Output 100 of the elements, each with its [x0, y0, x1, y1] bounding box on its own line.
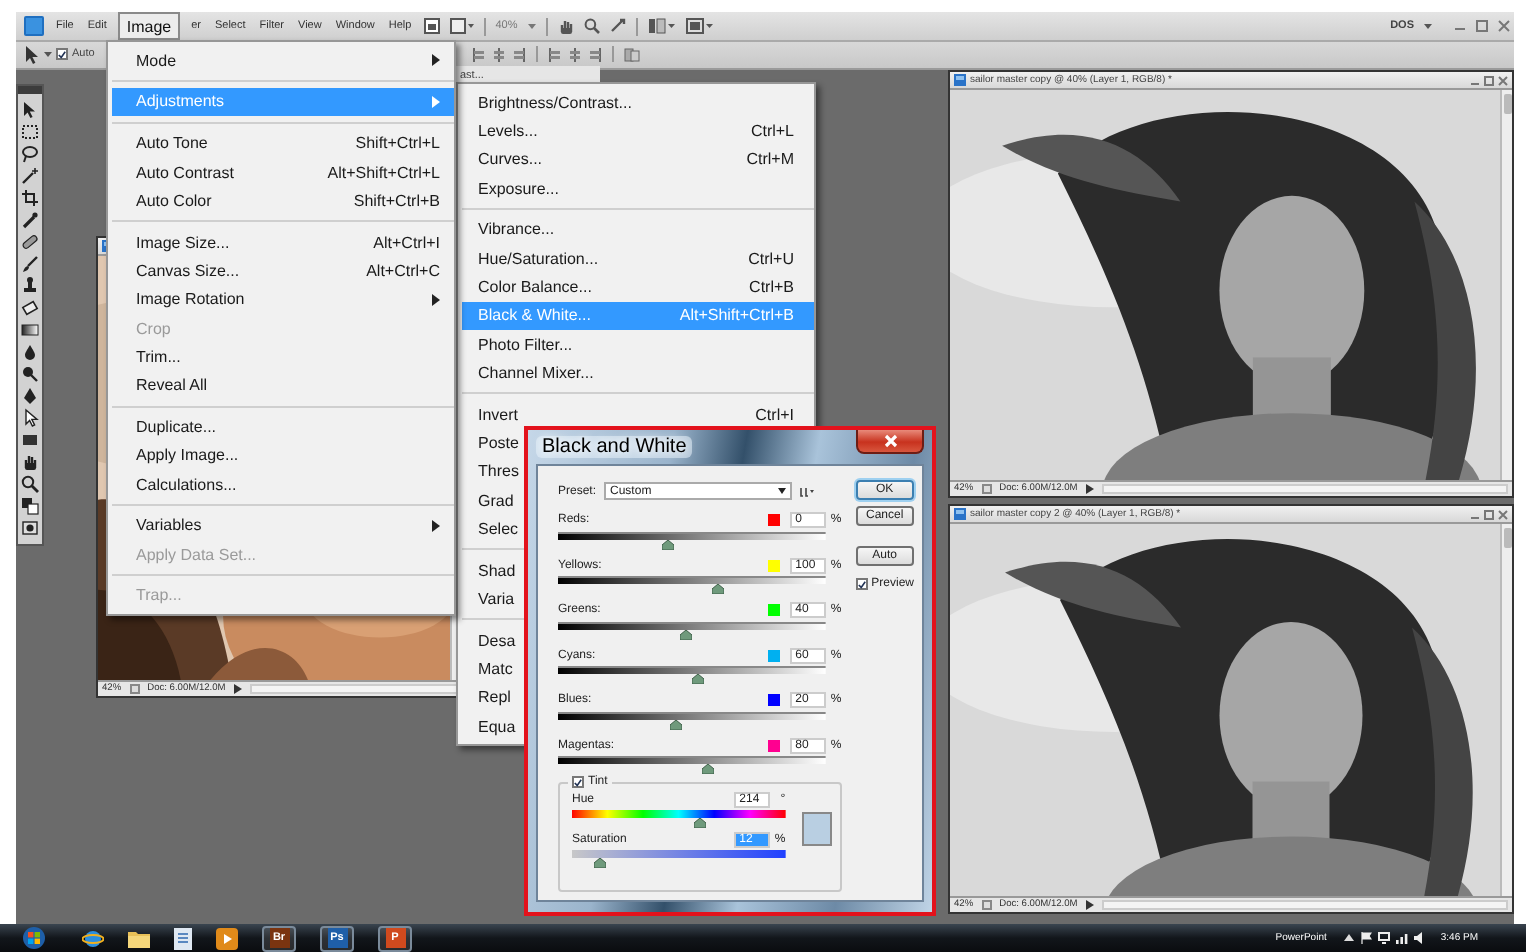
menu-item[interactable]: Channel Mixer... [462, 358, 814, 387]
submenu-arrow-icon [432, 54, 440, 67]
menu-item[interactable]: Canvas Size... Alt+Ctrl+C [112, 256, 454, 286]
slider-thumb[interactable] [593, 858, 606, 868]
close-icon[interactable] [1498, 75, 1508, 85]
auto-align-icon[interactable] [624, 47, 640, 61]
slider-thumb[interactable] [669, 719, 682, 730]
menu-item[interactable]: Variables [112, 511, 454, 540]
picture-frame-icon[interactable] [423, 18, 440, 34]
checkbox[interactable] [56, 48, 68, 60]
monitor-icon[interactable] [1378, 932, 1391, 944]
zoom-icon[interactable] [583, 18, 600, 34]
pen-icon[interactable] [20, 386, 40, 406]
menu-item[interactable]: Brightness/Contrast... [462, 88, 814, 117]
align-icon[interactable] [548, 47, 562, 61]
menu-item[interactable]: Image Size... Alt+Ctrl+I [112, 227, 454, 257]
status-icon[interactable] [981, 484, 992, 494]
menu-item[interactable]: Auto Color Shift+Ctrl+B [112, 186, 454, 215]
start-orb-icon[interactable] [22, 926, 46, 950]
submenu-arrow-icon [432, 293, 440, 306]
color-swatches-icon[interactable] [20, 496, 40, 516]
menu-item[interactable]: Trim... [112, 342, 454, 371]
wand-icon[interactable] [20, 166, 40, 186]
crop-icon[interactable] [20, 188, 40, 208]
menu-item[interactable]: Image Rotation [112, 285, 454, 314]
rectangle-icon[interactable] [20, 430, 40, 450]
eyedropper-icon[interactable] [20, 210, 40, 230]
menu-item[interactable]: Vibrance... [462, 215, 814, 244]
align-icon[interactable] [512, 47, 526, 61]
bandage-icon[interactable] [20, 232, 40, 252]
menu-item[interactable]: Invert Ctrl+I [462, 399, 814, 429]
cursor-arrow-icon[interactable] [24, 45, 40, 63]
close-icon[interactable] [1498, 509, 1508, 519]
menu-item[interactable]: Levels... Ctrl+L [462, 116, 814, 146]
status-icon[interactable] [129, 684, 140, 694]
slider-thumb[interactable] [701, 764, 714, 775]
folder-icon[interactable] [128, 928, 150, 948]
drop-icon[interactable] [20, 342, 40, 362]
scroll-thumb-icon[interactable] [1503, 528, 1511, 548]
status-icon[interactable] [981, 900, 992, 910]
rotate-icon[interactable] [609, 18, 626, 34]
screen-mode-icon[interactable] [449, 18, 474, 34]
align-icon[interactable] [492, 47, 506, 61]
menu-item[interactable]: Hue/Saturation... Ctrl+U [462, 243, 814, 273]
play-arrow-icon[interactable] [1085, 484, 1094, 494]
menu-item[interactable]: Calculations... [112, 469, 454, 499]
speaker-icon[interactable] [1414, 932, 1427, 944]
menu-item[interactable]: Curves... Ctrl+M [462, 145, 814, 174]
maximize-icon[interactable] [1484, 75, 1494, 85]
stamp-icon[interactable] [20, 276, 40, 296]
slider-thumb[interactable] [680, 629, 693, 640]
align-icon[interactable] [568, 47, 582, 61]
align-icon[interactable] [588, 47, 602, 61]
slider-thumb[interactable] [693, 818, 706, 828]
menu-item[interactable]: Apply Image... [112, 441, 454, 470]
maximize-icon[interactable] [1476, 20, 1488, 32]
menu-item[interactable]: Color Balance... Ctrl+B [462, 272, 814, 302]
caret-icon[interactable] [1344, 934, 1355, 942]
document-icon[interactable] [174, 927, 192, 949]
menu-item[interactable]: Exposure... [462, 173, 814, 203]
slider-thumb[interactable] [712, 584, 725, 595]
maximize-icon[interactable] [1484, 509, 1494, 519]
menu-item[interactable]: Duplicate... [112, 412, 454, 442]
scroll-thumb-icon[interactable] [1503, 94, 1511, 114]
preset-menu-icon[interactable] [800, 485, 815, 497]
flag-icon[interactable] [1360, 932, 1373, 944]
network-icon[interactable] [1396, 932, 1409, 944]
submenu-arrow-icon [432, 519, 440, 532]
slider-thumb[interactable] [691, 674, 703, 685]
menu-item[interactable]: Auto Contrast Alt+Shift+Ctrl+L [112, 157, 454, 187]
zoom-icon[interactable] [20, 474, 40, 494]
globe-icon[interactable] [82, 927, 104, 949]
menu-item[interactable]: Reveal All [112, 370, 454, 400]
gradient-icon[interactable] [20, 320, 40, 340]
screen-layout-icon[interactable] [685, 18, 714, 34]
close-icon[interactable] [1498, 20, 1510, 32]
checkbox[interactable] [572, 776, 584, 788]
slider-thumb[interactable] [661, 539, 674, 550]
menu-title[interactable]: Image [118, 12, 180, 40]
cursor-arrow-icon[interactable] [20, 100, 40, 120]
eraser-icon[interactable] [20, 298, 40, 318]
checkbox[interactable] [855, 578, 868, 590]
arrange-icon[interactable] [647, 18, 676, 34]
close-button[interactable] [856, 430, 924, 454]
hand-icon[interactable] [20, 452, 40, 472]
menu-item[interactable]: Mode [112, 46, 454, 75]
hand-icon[interactable] [557, 18, 574, 34]
mask-icon[interactable] [20, 518, 40, 538]
menu-item[interactable]: Auto Tone Shift+Ctrl+L [112, 129, 454, 158]
play-arrow-icon[interactable] [233, 684, 242, 694]
dashed-rectangle-icon[interactable] [20, 122, 40, 142]
play-icon[interactable] [216, 927, 238, 949]
play-arrow-icon[interactable] [1085, 900, 1094, 910]
align-icon[interactable] [472, 47, 486, 61]
cursor-arrow-icon[interactable] [20, 408, 40, 428]
submenu-arrow-icon [432, 95, 440, 108]
menu-item[interactable]: Photo Filter... [462, 329, 814, 359]
dodge-icon[interactable] [20, 364, 40, 384]
lasso-icon[interactable] [20, 144, 40, 164]
brush-icon[interactable] [20, 254, 40, 274]
